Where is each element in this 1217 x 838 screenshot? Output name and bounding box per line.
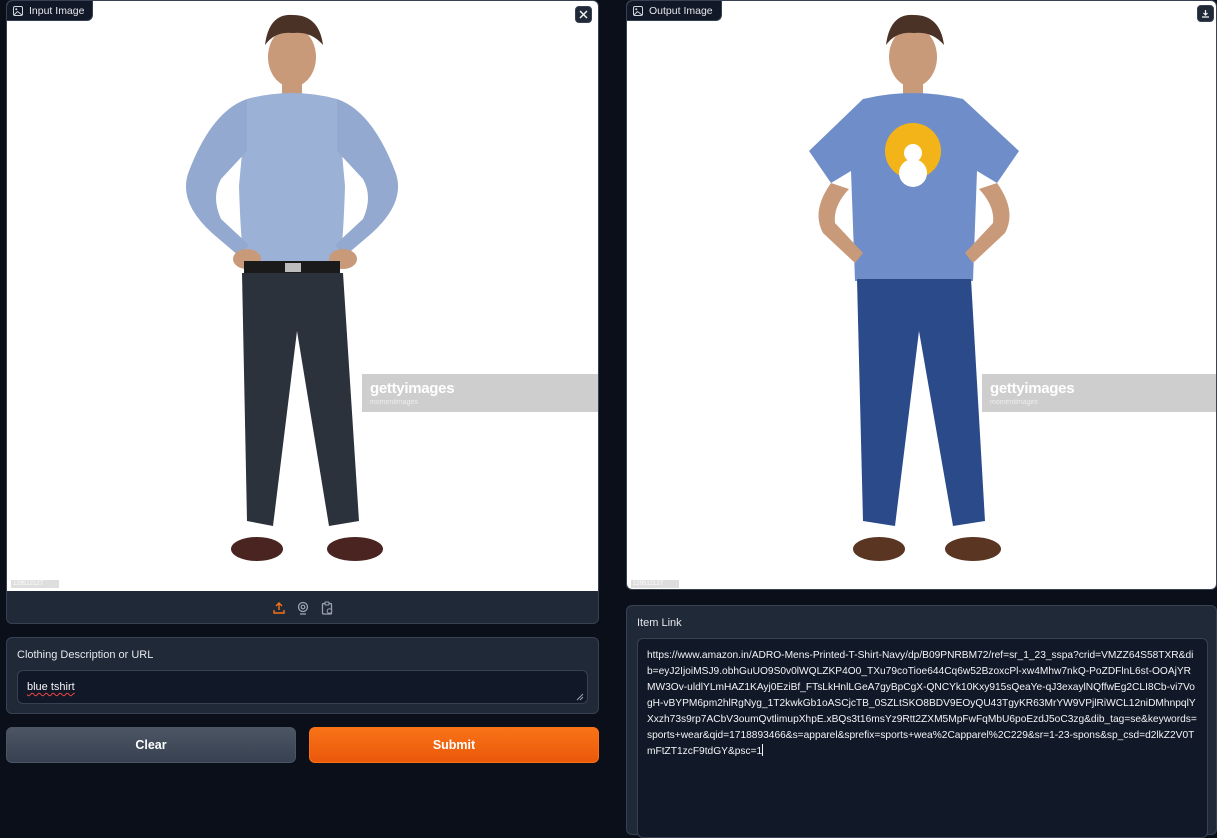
input-column: gettyimages momentimages 129512127 Input… [0,0,606,768]
input-image-label: Input Image [29,4,85,17]
output-image-panel: gettyimages momentimages 129512127 Outpu… [626,0,1217,590]
description-label: Clothing Description or URL [17,649,154,661]
output-image-label: Output Image [649,4,713,17]
item-link-value: https://www.amazon.in/ADRO-Mens-Printed-… [647,650,1197,757]
download-button[interactable] [1197,5,1214,22]
watermark-brand: gettyimages [370,380,455,397]
watermark-subtitle: momentimages [990,399,1038,406]
watermark-subtitle: momentimages [370,399,418,406]
image-icon [633,5,643,16]
close-icon [579,10,588,19]
item-link-text: https://www.amazon.in/ADRO-Mens-Printed-… [647,648,1198,760]
description-input[interactable]: blue tshirt [17,670,588,704]
man-in-shirt-photo [185,14,399,561]
item-link-output[interactable]: https://www.amazon.in/ADRO-Mens-Printed-… [637,638,1208,838]
webcam-icon[interactable] [296,601,310,615]
resize-handle-icon[interactable] [576,692,584,701]
input-image[interactable]: gettyimages momentimages 129512127 [7,1,598,591]
clipboard-icon[interactable] [320,600,334,615]
download-icon [1201,9,1210,18]
image-source-toolbar [7,591,598,623]
item-link-label: Item Link [637,617,682,629]
image-icon [13,5,23,16]
output-image-badge: Output Image [627,1,722,21]
description-value: blue tshirt [27,681,75,693]
input-image-panel: gettyimages momentimages 129512127 Input… [6,0,599,624]
photo-id-tag: 129512127 [631,580,679,588]
output-image: gettyimages momentimages 129512127 [627,1,1216,589]
watermark-brand: gettyimages [990,380,1075,397]
description-block: Clothing Description or URL blue tshirt [6,637,599,714]
upload-icon[interactable] [272,601,286,615]
submit-button[interactable]: Submit [309,727,599,763]
getty-watermark: gettyimages momentimages [362,374,598,412]
item-link-block: Item Link https://www.amazon.in/ADRO-Men… [626,605,1217,838]
input-image-badge: Input Image [7,1,94,21]
man-in-tshirt-photo [809,14,1019,561]
clear-button[interactable]: Clear [6,727,296,763]
output-column: gettyimages momentimages 129512127 Outpu… [619,0,1217,838]
getty-watermark: gettyimages momentimages [982,374,1216,412]
text-cursor [762,744,764,756]
clear-image-button[interactable] [575,6,592,23]
photo-id-tag: 129512127 [11,580,59,588]
